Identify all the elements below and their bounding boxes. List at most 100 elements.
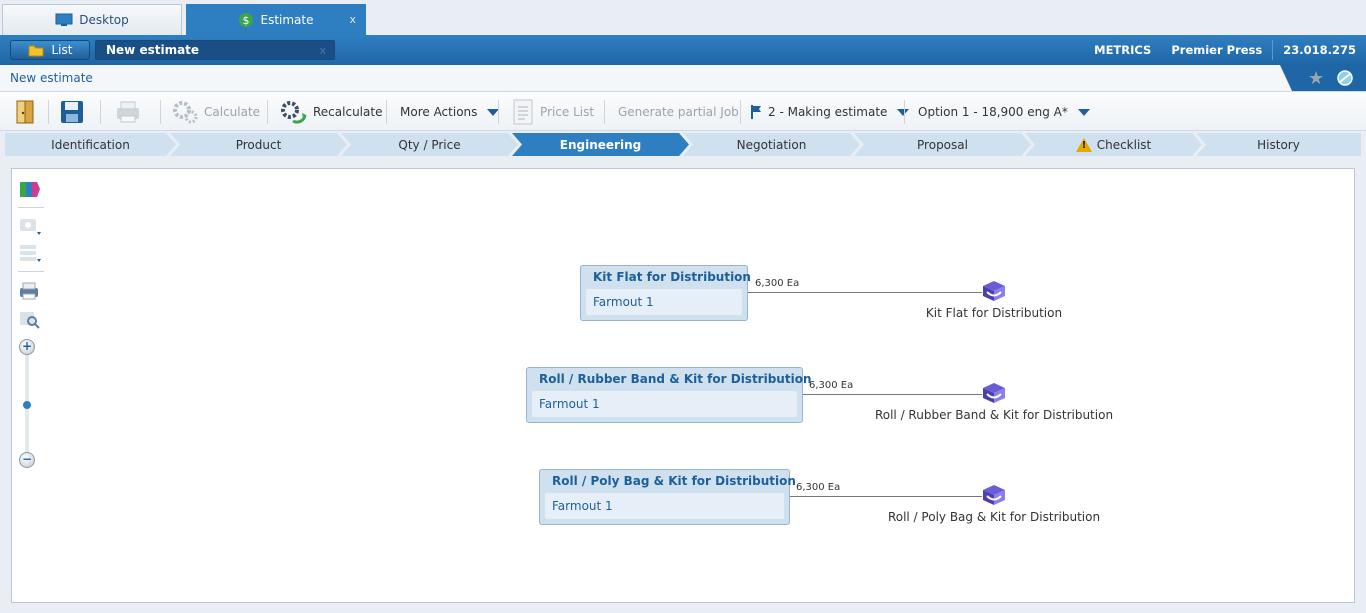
toolbar-divider bbox=[100, 100, 101, 124]
price-list-button[interactable]: Price List bbox=[512, 92, 594, 132]
version-number: 23.018.275 bbox=[1283, 43, 1356, 57]
print-button[interactable] bbox=[114, 92, 142, 132]
option-label: Option 1 - 18,900 eng A* bbox=[918, 105, 1068, 119]
zoom-search-icon[interactable] bbox=[18, 308, 42, 330]
favorite-star-icon[interactable]: ★ bbox=[1308, 68, 1324, 89]
svg-text:$: $ bbox=[243, 14, 250, 27]
breadcrumb-bar: New estimate ★ bbox=[0, 65, 1366, 91]
toolbar-divider bbox=[604, 100, 605, 124]
workflow-steps: Identification Product Qty / Price Engin… bbox=[5, 133, 1361, 156]
window-tab-estimate[interactable]: $ Estimate x bbox=[186, 4, 366, 35]
folder-icon bbox=[28, 45, 43, 56]
output-box-icon[interactable] bbox=[981, 279, 1007, 303]
toolbar-divider bbox=[386, 100, 387, 124]
step-history[interactable]: History bbox=[1196, 133, 1361, 156]
step-negotiation[interactable]: Negotiation bbox=[683, 133, 860, 156]
node-title: Roll / Poly Bag & Kit for Distribution bbox=[552, 474, 796, 488]
output-box-icon[interactable] bbox=[981, 483, 1007, 507]
flag-icon bbox=[751, 105, 761, 119]
step-proposal[interactable]: Proposal bbox=[854, 133, 1031, 156]
window-tab-strip: Desktop $ Estimate x bbox=[0, 0, 1366, 35]
quantity-label: 6,300 Ea bbox=[755, 278, 800, 289]
window-tab-label: Estimate bbox=[260, 13, 314, 27]
process-node[interactable]: Kit Flat for Distribution Farmout 1 bbox=[580, 265, 751, 321]
process-node[interactable]: Roll / Poly Bag & Kit for Distribution F… bbox=[539, 469, 796, 525]
record-header-bar: List New estimate x METRICS Premier Pres… bbox=[0, 35, 1366, 65]
output-label: Roll / Rubber Band & Kit for Distributio… bbox=[874, 408, 1114, 422]
toolbar-divider bbox=[498, 100, 499, 124]
action-toolbar: Calculate Recalculate More Actions Price… bbox=[0, 91, 1366, 131]
step-label: Proposal bbox=[917, 137, 968, 152]
chevron-down-icon bbox=[1077, 108, 1090, 116]
warning-icon bbox=[1076, 138, 1092, 152]
step-label: Product bbox=[235, 137, 282, 152]
zoom-out-icon[interactable]: − bbox=[19, 452, 35, 468]
toolbar-divider bbox=[904, 100, 905, 124]
list-view-icon[interactable] bbox=[18, 242, 42, 264]
price-list-label: Price List bbox=[540, 105, 595, 119]
node-subtitle: Farmout 1 bbox=[586, 289, 742, 315]
node-subtitle: Farmout 1 bbox=[532, 391, 797, 417]
quick-actions-tab: ★ bbox=[1280, 65, 1366, 91]
metrics-link[interactable]: METRICS bbox=[1084, 43, 1161, 57]
exit-door-button[interactable] bbox=[14, 92, 36, 132]
window-tab-desktop[interactable]: Desktop bbox=[2, 4, 182, 35]
output-label: Roll / Poly Bag & Kit for Distribution bbox=[887, 510, 1101, 524]
engineering-diagram-canvas[interactable]: + − Kit Flat for Distribution Farmout 1 … bbox=[11, 168, 1355, 603]
record-title-tab[interactable]: New estimate x bbox=[95, 40, 335, 60]
option-dropdown[interactable]: Option 1 - 18,900 eng A* bbox=[918, 92, 1090, 132]
step-label: History bbox=[1257, 137, 1300, 152]
step-qty-price[interactable]: Qty / Price bbox=[341, 133, 518, 156]
step-product[interactable]: Product bbox=[170, 133, 347, 156]
close-tab-icon[interactable]: x bbox=[349, 13, 356, 26]
gears-icon bbox=[173, 101, 198, 124]
process-node[interactable]: Roll / Rubber Band & Kit for Distributio… bbox=[526, 367, 811, 423]
toolbar-divider bbox=[160, 100, 161, 124]
step-engineering[interactable]: Engineering bbox=[512, 133, 689, 156]
connector-line bbox=[803, 394, 982, 395]
connector-line bbox=[748, 292, 982, 293]
company-name: Premier Press bbox=[1171, 43, 1263, 57]
dollar-doc-icon: $ bbox=[239, 13, 254, 27]
node-title: Roll / Rubber Band & Kit for Distributio… bbox=[539, 372, 812, 386]
calculate-label: Calculate bbox=[204, 105, 261, 119]
list-button[interactable]: List bbox=[10, 40, 90, 60]
zoom-slider-handle[interactable] bbox=[23, 401, 31, 409]
view-eye-icon[interactable] bbox=[18, 215, 42, 237]
breadcrumb[interactable]: New estimate bbox=[10, 71, 93, 85]
save-button[interactable] bbox=[60, 92, 84, 132]
zoom-in-icon[interactable]: + bbox=[19, 339, 35, 355]
step-identification[interactable]: Identification bbox=[5, 133, 176, 156]
step-label: Identification bbox=[51, 137, 130, 152]
step-label: Qty / Price bbox=[398, 137, 461, 152]
close-record-icon[interactable]: x bbox=[319, 44, 326, 57]
floppy-disk-icon bbox=[61, 101, 83, 123]
tag-icon[interactable] bbox=[1334, 69, 1356, 87]
record-title: New estimate bbox=[106, 43, 200, 57]
document-list-icon bbox=[513, 99, 533, 125]
more-actions-dropdown[interactable]: More Actions bbox=[400, 92, 500, 132]
printer-icon bbox=[117, 101, 139, 123]
quantity-label: 6,300 Ea bbox=[796, 482, 841, 493]
generate-partial-job-label: Generate partial Job bbox=[618, 105, 739, 119]
header-info: METRICS Premier Press 23.018.275 bbox=[1084, 35, 1366, 65]
window-tab-label: Desktop bbox=[79, 13, 129, 27]
output-box-icon[interactable] bbox=[981, 381, 1007, 405]
node-subtitle: Farmout 1 bbox=[545, 493, 784, 519]
connector-line bbox=[790, 496, 982, 497]
status-dropdown[interactable]: 2 - Making estimate bbox=[750, 92, 910, 132]
node-title: Kit Flat for Distribution bbox=[593, 270, 751, 284]
toolbar-divider bbox=[48, 100, 49, 124]
toolbar-divider bbox=[18, 271, 44, 272]
step-label: Engineering bbox=[559, 137, 642, 152]
calculate-button[interactable]: Calculate bbox=[172, 92, 260, 132]
generate-partial-job-button[interactable]: Generate partial Job bbox=[618, 92, 739, 132]
layers-icon[interactable] bbox=[18, 179, 42, 201]
step-label: Checklist bbox=[1096, 137, 1152, 152]
step-checklist[interactable]: Checklist bbox=[1025, 133, 1202, 156]
toolbar-divider bbox=[18, 207, 44, 208]
printer-icon[interactable] bbox=[18, 280, 42, 302]
recalculate-button[interactable]: Recalculate bbox=[279, 92, 382, 132]
status-label: 2 - Making estimate bbox=[768, 105, 888, 119]
list-button-label: List bbox=[51, 43, 73, 57]
